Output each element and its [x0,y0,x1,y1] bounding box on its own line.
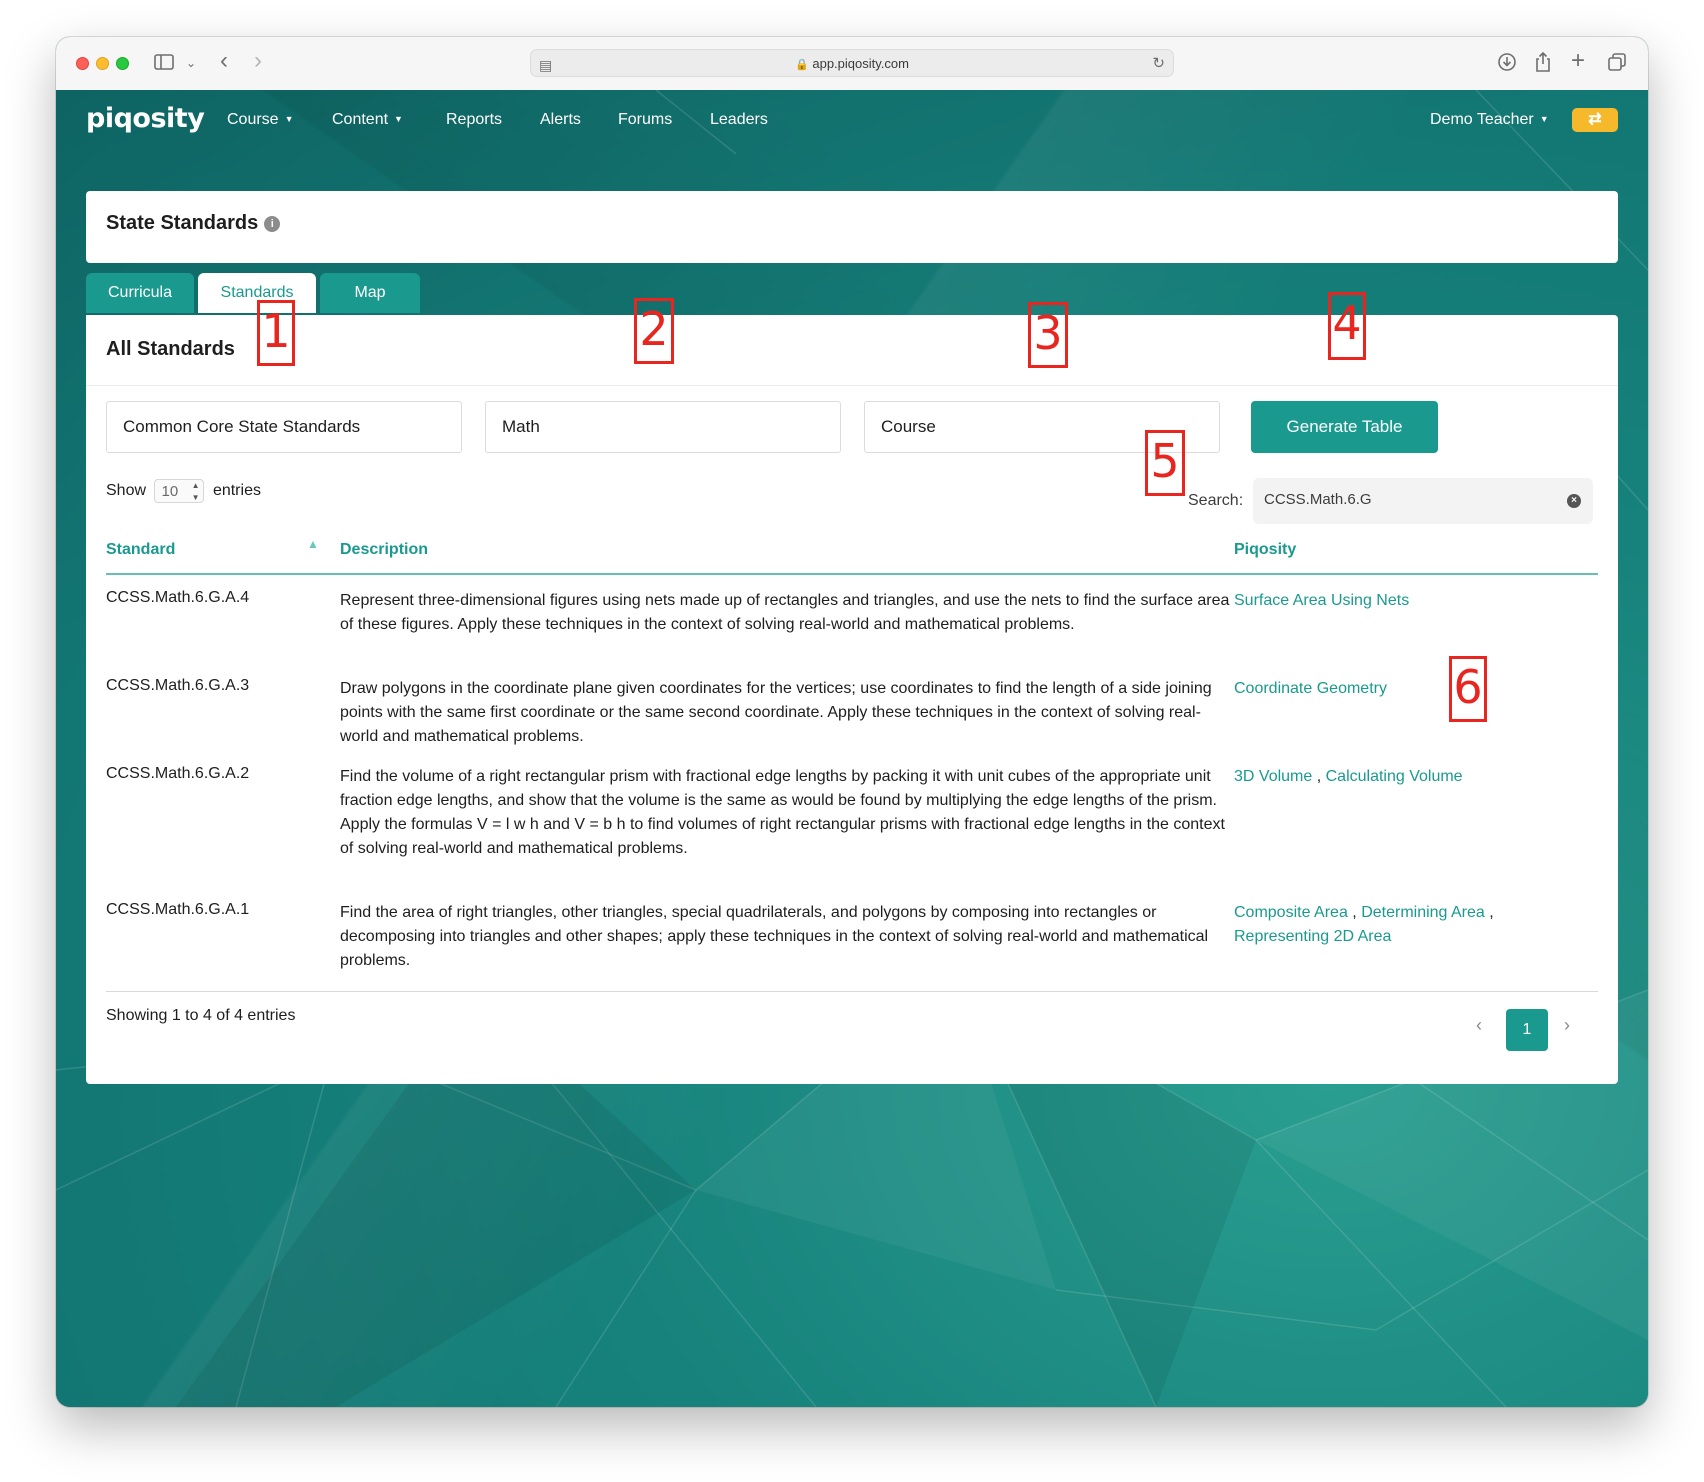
next-page-icon[interactable]: › [1564,1015,1570,1036]
user-menu[interactable]: Demo Teacher ▼ [1430,111,1549,129]
standard-code: CCSS.Math.6.G.A.4 [106,589,250,606]
sidebar-toggle-icon[interactable] [154,53,174,75]
forward-icon[interactable]: › [254,49,262,73]
caret-down-icon: ▼ [1539,114,1549,124]
tab-overview-icon[interactable] [1607,52,1627,76]
column-header-description[interactable]: Description [340,541,428,559]
nav-reports[interactable]: Reports [446,111,502,129]
clear-search-icon[interactable]: × [1567,494,1581,508]
standard-code: CCSS.Math.6.G.A.3 [106,677,250,694]
share-icon[interactable] [1534,51,1552,77]
zoom-window-button[interactable] [116,57,129,70]
top-navbar: piqosity Course ▼ Content ▼ Reports Alerts… [56,90,1648,154]
browser-window: ⌄ ‹ › ▤ 🔒 app.piqosity.com ↻ + piqosity … [56,37,1648,1407]
piqosity-links: Composite Area , Determining Area , Repre… [1234,904,1494,945]
lock-icon: 🔒 [795,59,809,71]
standards-set-select[interactable]: Common Core State Standards [106,401,462,453]
page-button-current[interactable]: 1 [1506,1009,1548,1051]
piqosity-link[interactable]: Representing 2D Area [1234,928,1391,945]
download-icon[interactable] [1497,52,1517,76]
nav-leaders[interactable]: Leaders [710,111,768,129]
logo[interactable]: piqosity [86,103,205,134]
header-divider [106,573,1598,575]
chevron-down-icon[interactable]: ⌄ [186,53,196,73]
annotation-5: 5 [1145,430,1185,496]
standard-code: CCSS.Math.6.G.A.2 [106,765,250,782]
annotation-3: 3 [1028,302,1068,368]
standard-description: Find the area of right triangles, other … [340,904,1209,969]
annotation-6: 6 [1449,656,1487,722]
divider [86,385,1618,386]
generate-table-button[interactable]: Generate Table [1251,401,1438,453]
piqosity-links: Surface Area Using Nets [1234,589,1554,613]
piqosity-links: 3D Volume , Calculating Volume [1234,768,1463,785]
caret-down-icon: ▼ [284,114,294,124]
close-window-button[interactable] [76,57,89,70]
page-header-card: State Standards i [86,191,1618,263]
standard-description: Represent three-dimensional figures usin… [340,592,1230,633]
back-icon[interactable]: ‹ [220,49,228,73]
table-footer-divider [106,991,1598,992]
sync-button[interactable]: ⇄ [1572,108,1618,132]
entries-length-control: Show 10 ▲ ▼ entries [106,479,261,503]
stepper-icon: ▲ ▼ [191,481,200,502]
standard-description: Draw polygons in the coordinate plane gi… [340,680,1212,745]
standards-card: All Standards Common Core State Standard… [86,315,1618,1084]
new-tab-icon[interactable]: + [1571,49,1585,73]
annotation-4: 4 [1328,292,1366,360]
app-background: piqosity Course ▼ Content ▼ Reports Alerts… [56,90,1648,1407]
section-title: All Standards [106,338,235,360]
piqosity-link[interactable]: Calculating Volume [1326,768,1463,785]
piqosity-link[interactable]: Surface Area Using Nets [1234,592,1409,609]
table-info: Showing 1 to 4 of 4 entries [106,1007,296,1024]
page-title: State Standards [106,212,259,234]
previous-page-icon[interactable]: ‹ [1476,1015,1482,1036]
column-header-standard[interactable]: Standard [106,541,175,559]
sync-icon: ⇄ [1588,111,1602,128]
info-icon[interactable]: i [264,216,281,232]
nav-course[interactable]: Course ▼ [227,111,294,129]
piqosity-links: Coordinate Geometry [1234,677,1554,701]
standard-description: Find the volume of a right rectangular p… [340,768,1225,857]
piqosity-link[interactable]: Determining Area [1361,904,1485,921]
address-bar[interactable]: ▤ 🔒 app.piqosity.com ↻ [530,49,1174,77]
piqosity-link[interactable]: Coordinate Geometry [1234,680,1387,697]
piqosity-link[interactable]: 3D Volume [1234,768,1312,785]
tab-map[interactable]: Map [320,273,420,313]
sort-ascending-icon[interactable]: ▲ [307,537,319,551]
column-header-piqosity[interactable]: Piqosity [1234,541,1296,559]
nav-alerts[interactable]: Alerts [540,111,581,129]
reload-icon[interactable]: ↻ [1152,54,1165,74]
search-label: Search: [1188,492,1244,509]
entries-select[interactable]: 10 ▲ ▼ [154,479,205,503]
piqosity-link[interactable]: Composite Area [1234,904,1348,921]
standard-code: CCSS.Math.6.G.A.1 [106,901,250,918]
subject-select[interactable]: Math [485,401,841,453]
nav-content[interactable]: Content ▼ [332,111,403,129]
search-input[interactable]: CCSS.Math.6.G × [1253,478,1593,524]
nav-forums[interactable]: Forums [618,111,672,129]
minimize-window-button[interactable] [96,57,109,70]
url-text: app.piqosity.com [812,56,909,71]
browser-toolbar: ⌄ ‹ › ▤ 🔒 app.piqosity.com ↻ + [56,37,1648,91]
caret-down-icon: ▼ [394,114,403,124]
annotation-1: 1 [257,300,295,366]
annotation-2: 2 [634,298,674,364]
tab-curricula[interactable]: Curricula [86,273,194,313]
